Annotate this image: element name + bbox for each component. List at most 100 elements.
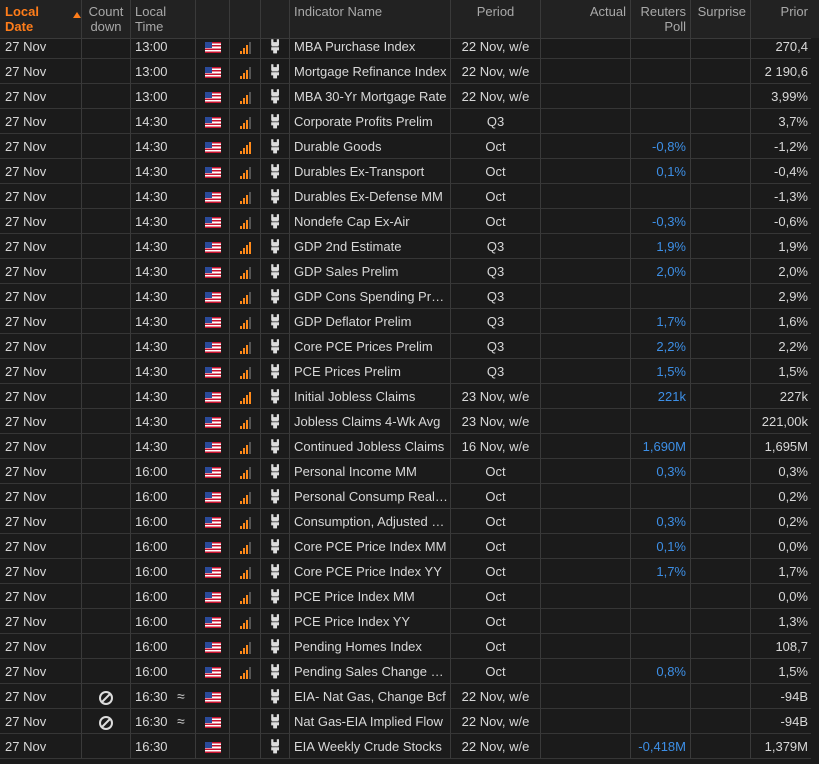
cell-indicator-name[interactable]: GDP Cons Spending Prelim bbox=[290, 284, 451, 309]
table-row[interactable]: 27 Nov 16:30 ≈ ▙▟ ▀▀ ▜▛ EIA- Nat Gas, Change B… bbox=[0, 684, 819, 709]
cell-indicator-name[interactable]: Core PCE Prices Prelim bbox=[290, 334, 451, 359]
table-row[interactable]: 27 Nov 14:30 ▙▟ ▀▀ ▜▛ Core PCE Prices Prelim Q… bbox=[0, 334, 819, 359]
history-chart-icon[interactable]: ▙▟ ▀▀ ▜▛ bbox=[270, 66, 281, 79]
cell-history[interactable]: ▙▟ ▀▀ ▜▛ bbox=[261, 634, 290, 659]
cell-indicator-name[interactable]: Initial Jobless Claims bbox=[290, 384, 451, 409]
cell-history[interactable]: ▙▟ ▀▀ ▜▛ bbox=[261, 709, 290, 734]
history-chart-icon[interactable]: ▙▟ ▀▀ ▜▛ bbox=[270, 541, 281, 554]
col-countdown[interactable]: Count down bbox=[82, 0, 131, 38]
cell-history[interactable]: ▙▟ ▀▀ ▜▛ bbox=[261, 309, 290, 334]
cell-indicator-name[interactable]: Nondefe Cap Ex-Air bbox=[290, 209, 451, 234]
col-surprise[interactable]: Surprise bbox=[691, 0, 751, 38]
cell-history[interactable]: ▙▟ ▀▀ ▜▛ bbox=[261, 184, 290, 209]
cell-history[interactable]: ▙▟ ▀▀ ▜▛ bbox=[261, 684, 290, 709]
cell-indicator-name[interactable]: GDP Deflator Prelim bbox=[290, 309, 451, 334]
col-indicator-name[interactable]: Indicator Name bbox=[290, 0, 451, 38]
cell-indicator-name[interactable]: PCE Price Index MM bbox=[290, 584, 451, 609]
history-chart-icon[interactable]: ▙▟ ▀▀ ▜▛ bbox=[270, 291, 281, 304]
cell-history[interactable]: ▙▟ ▀▀ ▜▛ bbox=[261, 584, 290, 609]
table-row[interactable]: 27 Nov 14:30 ▙▟ ▀▀ ▜▛ Jobless Claims 4-Wk Avg… bbox=[0, 409, 819, 434]
col-period[interactable]: Period bbox=[451, 0, 541, 38]
table-row[interactable]: 27 Nov 13:00 ▙▟ ▀▀ ▜▛ MBA Purchase Index 22 No… bbox=[0, 34, 819, 59]
history-chart-icon[interactable]: ▙▟ ▀▀ ▜▛ bbox=[270, 416, 281, 429]
history-chart-icon[interactable]: ▙▟ ▀▀ ▜▛ bbox=[270, 616, 281, 629]
history-chart-icon[interactable]: ▙▟ ▀▀ ▜▛ bbox=[270, 41, 281, 54]
table-row[interactable]: 27 Nov 13:00 ▙▟ ▀▀ ▜▛ Mortgage Refinance Inde… bbox=[0, 59, 819, 84]
cell-history[interactable]: ▙▟ ▀▀ ▜▛ bbox=[261, 59, 290, 84]
history-chart-icon[interactable]: ▙▟ ▀▀ ▜▛ bbox=[270, 341, 281, 354]
cell-history[interactable]: ▙▟ ▀▀ ▜▛ bbox=[261, 259, 290, 284]
cell-history[interactable]: ▙▟ ▀▀ ▜▛ bbox=[261, 84, 290, 109]
history-chart-icon[interactable]: ▙▟ ▀▀ ▜▛ bbox=[270, 216, 281, 229]
history-chart-icon[interactable]: ▙▟ ▀▀ ▜▛ bbox=[270, 241, 281, 254]
vertical-scrollbar[interactable] bbox=[811, 38, 819, 764]
cell-indicator-name[interactable]: Core PCE Price Index MM bbox=[290, 534, 451, 559]
table-row[interactable]: 27 Nov 14:30 ▙▟ ▀▀ ▜▛ GDP Sales Prelim Q3 2,0% 2… bbox=[0, 259, 819, 284]
col-local-time[interactable]: Local Time bbox=[131, 0, 196, 38]
cell-history[interactable]: ▙▟ ▀▀ ▜▛ bbox=[261, 234, 290, 259]
cell-history[interactable]: ▙▟ ▀▀ ▜▛ bbox=[261, 559, 290, 584]
cell-indicator-name[interactable]: Nat Gas-EIA Implied Flow bbox=[290, 709, 451, 734]
cell-indicator-name[interactable]: Personal Income MM bbox=[290, 459, 451, 484]
cell-history[interactable]: ▙▟ ▀▀ ▜▛ bbox=[261, 284, 290, 309]
cell-history[interactable]: ▙▟ ▀▀ ▜▛ bbox=[261, 34, 290, 59]
history-chart-icon[interactable]: ▙▟ ▀▀ ▜▛ bbox=[270, 566, 281, 579]
table-row[interactable]: 27 Nov 16:00 ▙▟ ▀▀ ▜▛ Core PCE Price Index YY… bbox=[0, 559, 819, 584]
table-row[interactable]: 27 Nov 14:30 ▙▟ ▀▀ ▜▛ Corporate Profits Preli… bbox=[0, 109, 819, 134]
col-actual[interactable]: Actual bbox=[541, 0, 631, 38]
history-chart-icon[interactable]: ▙▟ ▀▀ ▜▛ bbox=[270, 641, 281, 654]
cell-history[interactable]: ▙▟ ▀▀ ▜▛ bbox=[261, 209, 290, 234]
table-row[interactable]: 27 Nov 16:00 ▙▟ ▀▀ ▜▛ PCE Price Index YY Oct 1,… bbox=[0, 609, 819, 634]
table-row[interactable]: 27 Nov 14:30 ▙▟ ▀▀ ▜▛ Durable Goods Oct -0,8% -1… bbox=[0, 134, 819, 159]
cell-history[interactable]: ▙▟ ▀▀ ▜▛ bbox=[261, 534, 290, 559]
cell-indicator-name[interactable]: Pending Sales Change MM bbox=[290, 659, 451, 684]
cell-indicator-name[interactable]: Mortgage Refinance Index bbox=[290, 59, 451, 84]
table-row[interactable]: 27 Nov 16:30 ≈ ▙▟ ▀▀ ▜▛ Nat Gas-EIA Implied Fl… bbox=[0, 709, 819, 734]
cell-history[interactable]: ▙▟ ▀▀ ▜▛ bbox=[261, 459, 290, 484]
cell-history[interactable]: ▙▟ ▀▀ ▜▛ bbox=[261, 434, 290, 459]
cell-history[interactable]: ▙▟ ▀▀ ▜▛ bbox=[261, 484, 290, 509]
cell-indicator-name[interactable]: Durables Ex-Defense MM bbox=[290, 184, 451, 209]
history-chart-icon[interactable]: ▙▟ ▀▀ ▜▛ bbox=[270, 691, 281, 704]
col-prior[interactable]: Prior bbox=[751, 0, 811, 38]
history-chart-icon[interactable]: ▙▟ ▀▀ ▜▛ bbox=[270, 466, 281, 479]
history-chart-icon[interactable]: ▙▟ ▀▀ ▜▛ bbox=[270, 391, 281, 404]
history-chart-icon[interactable]: ▙▟ ▀▀ ▜▛ bbox=[270, 191, 281, 204]
cell-indicator-name[interactable]: Durables Ex-Transport bbox=[290, 159, 451, 184]
cell-indicator-name[interactable]: Consumption, Adjusted MM bbox=[290, 509, 451, 534]
history-chart-icon[interactable]: ▙▟ ▀▀ ▜▛ bbox=[270, 591, 281, 604]
table-row[interactable]: 27 Nov 14:30 ▙▟ ▀▀ ▜▛ Durables Ex-Defense MM O… bbox=[0, 184, 819, 209]
history-chart-icon[interactable]: ▙▟ ▀▀ ▜▛ bbox=[270, 91, 281, 104]
history-chart-icon[interactable]: ▙▟ ▀▀ ▜▛ bbox=[270, 516, 281, 529]
cell-indicator-name[interactable]: Jobless Claims 4-Wk Avg bbox=[290, 409, 451, 434]
table-row[interactable]: 27 Nov 16:00 ▙▟ ▀▀ ▜▛ Consumption, Adjusted M… bbox=[0, 509, 819, 534]
table-row[interactable]: 27 Nov 16:30 ▙▟ ▀▀ ▜▛ EIA Weekly Crude Stocks… bbox=[0, 734, 819, 759]
table-row[interactable]: 27 Nov 16:00 ▙▟ ▀▀ ▜▛ Pending Homes Index Oct 1… bbox=[0, 634, 819, 659]
cell-history[interactable]: ▙▟ ▀▀ ▜▛ bbox=[261, 609, 290, 634]
cell-indicator-name[interactable]: Personal Consump Real MM bbox=[290, 484, 451, 509]
table-row[interactable]: 27 Nov 14:30 ▙▟ ▀▀ ▜▛ Durables Ex-Transport Oc… bbox=[0, 159, 819, 184]
table-row[interactable]: 27 Nov 14:30 ▙▟ ▀▀ ▜▛ Nondefe Cap Ex-Air Oct -0… bbox=[0, 209, 819, 234]
table-row[interactable]: 27 Nov 14:30 ▙▟ ▀▀ ▜▛ PCE Prices Prelim Q3 1,5%… bbox=[0, 359, 819, 384]
history-chart-icon[interactable]: ▙▟ ▀▀ ▜▛ bbox=[270, 666, 281, 679]
table-row[interactable]: 27 Nov 14:30 ▙▟ ▀▀ ▜▛ GDP 2nd Estimate Q3 1,9% 1… bbox=[0, 234, 819, 259]
cell-indicator-name[interactable]: Core PCE Price Index YY bbox=[290, 559, 451, 584]
table-row[interactable]: 27 Nov 16:00 ▙▟ ▀▀ ▜▛ Core PCE Price Index MM… bbox=[0, 534, 819, 559]
cell-indicator-name[interactable]: MBA 30-Yr Mortgage Rate bbox=[290, 84, 451, 109]
cell-indicator-name[interactable]: GDP 2nd Estimate bbox=[290, 234, 451, 259]
cell-indicator-name[interactable]: GDP Sales Prelim bbox=[290, 259, 451, 284]
cell-history[interactable]: ▙▟ ▀▀ ▜▛ bbox=[261, 659, 290, 684]
history-chart-icon[interactable]: ▙▟ ▀▀ ▜▛ bbox=[270, 366, 281, 379]
col-importance[interactable] bbox=[230, 0, 261, 38]
cell-history[interactable]: ▙▟ ▀▀ ▜▛ bbox=[261, 159, 290, 184]
cell-history[interactable]: ▙▟ ▀▀ ▜▛ bbox=[261, 509, 290, 534]
table-row[interactable]: 27 Nov 14:30 ▙▟ ▀▀ ▜▛ GDP Cons Spending Preli… bbox=[0, 284, 819, 309]
cell-indicator-name[interactable]: Durable Goods bbox=[290, 134, 451, 159]
cell-history[interactable]: ▙▟ ▀▀ ▜▛ bbox=[261, 409, 290, 434]
table-row[interactable]: 27 Nov 14:30 ▙▟ ▀▀ ▜▛ Continued Jobless Claim… bbox=[0, 434, 819, 459]
cell-indicator-name[interactable]: Pending Homes Index bbox=[290, 634, 451, 659]
cell-history[interactable]: ▙▟ ▀▀ ▜▛ bbox=[261, 334, 290, 359]
cell-indicator-name[interactable]: PCE Prices Prelim bbox=[290, 359, 451, 384]
history-chart-icon[interactable]: ▙▟ ▀▀ ▜▛ bbox=[270, 441, 281, 454]
table-row[interactable]: 27 Nov 16:00 ▙▟ ▀▀ ▜▛ Personal Consump Real M… bbox=[0, 484, 819, 509]
